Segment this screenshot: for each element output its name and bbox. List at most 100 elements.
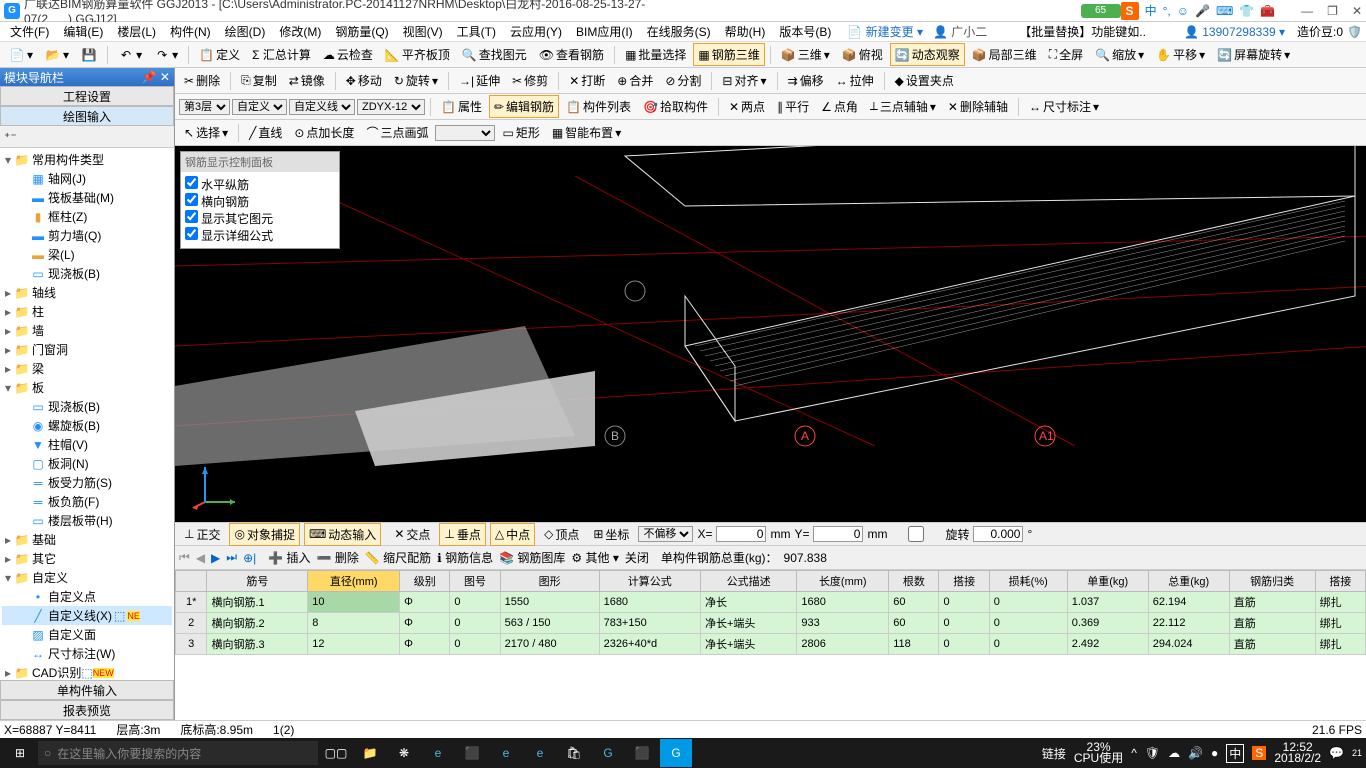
close-panel-button[interactable]: 关闭: [625, 549, 649, 566]
tree-custom-point[interactable]: •自定义点: [2, 587, 172, 606]
tree-custom-face[interactable]: ▨自定义面: [2, 625, 172, 644]
grid-header[interactable]: 直径(mm): [308, 571, 400, 592]
tray-clock[interactable]: 12:522018/2/2: [1274, 742, 1321, 764]
attr-button[interactable]: 📋 属性: [436, 95, 487, 118]
sidebar-tab-draw[interactable]: 绘图输入: [0, 106, 174, 126]
copy-button[interactable]: ⎘ 复制: [236, 69, 282, 92]
menu-view[interactable]: 视图(V): [397, 21, 449, 42]
tray-notification-icon[interactable]: 💬: [1329, 746, 1344, 760]
tree-slab-6[interactable]: ═板负筋(F): [2, 492, 172, 511]
grid-cell[interactable]: 0: [939, 613, 989, 634]
scale-rebar-button[interactable]: 📏 缩尺配筋: [365, 549, 431, 566]
grid-cell[interactable]: 1680: [797, 592, 889, 613]
other-button[interactable]: ⚙ 其他 ▾: [571, 549, 618, 566]
grid-cell[interactable]: 横向钢筋.2: [207, 613, 308, 634]
type-select[interactable]: 自定义线: [289, 99, 355, 115]
delete-button[interactable]: ✂ 删除: [179, 69, 225, 92]
menu-bim[interactable]: BIM应用(I): [570, 21, 639, 42]
task-view-icon[interactable]: ▢▢: [320, 739, 352, 767]
arc-select[interactable]: [435, 125, 495, 141]
table-row[interactable]: 1*横向钢筋.110Φ015501680净长168060001.03762.19…: [176, 592, 1366, 613]
close-button[interactable]: ✕: [1352, 4, 1362, 18]
select-button[interactable]: ↖ 选择 ▾: [179, 121, 233, 144]
mid-snap[interactable]: △ 中点: [490, 523, 535, 546]
edge2-icon[interactable]: e: [490, 739, 522, 767]
check-other[interactable]: 显示其它图元: [185, 210, 335, 227]
grid-header[interactable]: 单重(kg): [1067, 571, 1148, 592]
fullscreen-button[interactable]: ⛶ 全屏: [1044, 43, 1088, 66]
stretch-button[interactable]: ↔ 拉伸: [831, 69, 879, 92]
grid-cell[interactable]: 0: [939, 592, 989, 613]
tree-slab-4[interactable]: ▢板洞(N): [2, 454, 172, 473]
trim-button[interactable]: ✂ 修剪: [507, 69, 553, 92]
grid-cell[interactable]: Φ: [400, 613, 450, 634]
dynamic-observe-button[interactable]: 🔄 动态观察: [890, 43, 965, 66]
cross-snap[interactable]: ✕ 交点: [389, 523, 435, 546]
tree-group-other[interactable]: ▸📁其它: [2, 549, 172, 568]
delete-axis-button[interactable]: ✕ 删除辅轴: [943, 95, 1013, 118]
menu-floor[interactable]: 楼层(L): [111, 21, 162, 42]
tree-expand-icon[interactable]: ⁺⁻: [4, 130, 17, 144]
undo-button[interactable]: ↶▾: [113, 44, 147, 66]
tray-badge[interactable]: 21: [1352, 748, 1362, 758]
grid-cell[interactable]: 0: [989, 613, 1067, 634]
tree-item-column[interactable]: ▮框柱(Z): [2, 207, 172, 226]
grid-header[interactable]: 钢筋归类: [1229, 571, 1315, 592]
check-v-rebar[interactable]: 横向钢筋: [185, 193, 335, 210]
grid-cell[interactable]: 783+150: [599, 613, 700, 634]
osnap-toggle[interactable]: ◎ 对象捕捉: [229, 523, 300, 546]
tree-group-opening[interactable]: ▸📁门窗洞: [2, 340, 172, 359]
mirror-button[interactable]: ⇄ 镜像: [284, 69, 330, 92]
tree-group-custom[interactable]: ▾📁自定义: [2, 568, 172, 587]
grid-cell[interactable]: 2806: [797, 634, 889, 655]
check-h-rebar[interactable]: 水平纵筋: [185, 176, 335, 193]
tree-item-slab[interactable]: ▭现浇板(B): [2, 264, 172, 283]
parallel-button[interactable]: ∥ 平行: [772, 95, 814, 118]
grid-header[interactable]: [176, 571, 207, 592]
three-arc-button[interactable]: ⌒ 三点画弧: [361, 121, 433, 144]
grid-header[interactable]: 筋号: [207, 571, 308, 592]
sidebar-pin-icon[interactable]: 📌 ✕: [142, 70, 170, 84]
edit-rebar-button[interactable]: ✏ 编辑钢筋: [489, 95, 559, 118]
grid-cell[interactable]: 绑扎: [1315, 634, 1365, 655]
grid-cell[interactable]: 绑扎: [1315, 592, 1365, 613]
ie-icon[interactable]: e: [524, 739, 556, 767]
local-3d-button[interactable]: 📦 局部三维: [967, 43, 1042, 66]
tray-volume-icon[interactable]: 🔊: [1188, 746, 1203, 760]
grid-header[interactable]: 长度(mm): [797, 571, 889, 592]
grid-cell[interactable]: Φ: [400, 592, 450, 613]
maximize-button[interactable]: ❐: [1327, 4, 1338, 18]
tree-group-beam[interactable]: ▸📁梁: [2, 359, 172, 378]
category-select[interactable]: 自定义: [232, 99, 287, 115]
sum-button[interactable]: Σ 汇总计算: [247, 43, 316, 66]
emoji-icon[interactable]: ☺: [1177, 4, 1189, 18]
tree-custom-dim[interactable]: ↔尺寸标注(W): [2, 644, 172, 663]
tree-slab-1[interactable]: ▭现浇板(B): [2, 397, 172, 416]
grid-header[interactable]: 总重(kg): [1148, 571, 1229, 592]
tray-shield-icon[interactable]: 🛡: [1145, 746, 1160, 760]
start-button[interactable]: ⊞: [4, 739, 36, 767]
toolbox-icon[interactable]: 🧰: [1260, 4, 1275, 18]
grid-cell[interactable]: 118: [889, 634, 939, 655]
grid-cell[interactable]: 60: [889, 592, 939, 613]
mic-icon[interactable]: 🎤: [1195, 4, 1210, 18]
grid-header[interactable]: 搭接: [939, 571, 989, 592]
rebar-grid[interactable]: 筋号直径(mm)级别图号图形计算公式公式描述长度(mm)根数搭接损耗(%)单重(…: [175, 570, 1366, 720]
cloud-check-button[interactable]: ☁ 云检查: [318, 43, 378, 66]
coord-snap[interactable]: ⊞ 坐标: [588, 523, 634, 546]
tray-app-icon[interactable]: ●: [1211, 746, 1218, 760]
user-phone[interactable]: 👤 13907298339 ▾: [1184, 25, 1285, 39]
tree-root[interactable]: ▾📁常用构件类型: [2, 150, 172, 169]
new-button[interactable]: 📄▾: [4, 44, 38, 66]
rotate-check[interactable]: [891, 526, 941, 542]
merge-button[interactable]: ⊕ 合并: [612, 69, 658, 92]
grid-cell[interactable]: 2: [176, 613, 207, 634]
store-icon[interactable]: 🛍: [558, 739, 590, 767]
grid-cell[interactable]: 2170 / 480: [500, 634, 599, 655]
grid-header[interactable]: 图形: [500, 571, 599, 592]
menu-version[interactable]: 版本号(B): [773, 21, 837, 42]
nav-last[interactable]: ⏭: [226, 550, 237, 565]
app-icon-2[interactable]: ⬛: [456, 739, 488, 767]
pick-comp-button[interactable]: 🎯 拾取构件: [638, 95, 713, 118]
offset-button[interactable]: ⇉ 偏移: [783, 69, 829, 92]
